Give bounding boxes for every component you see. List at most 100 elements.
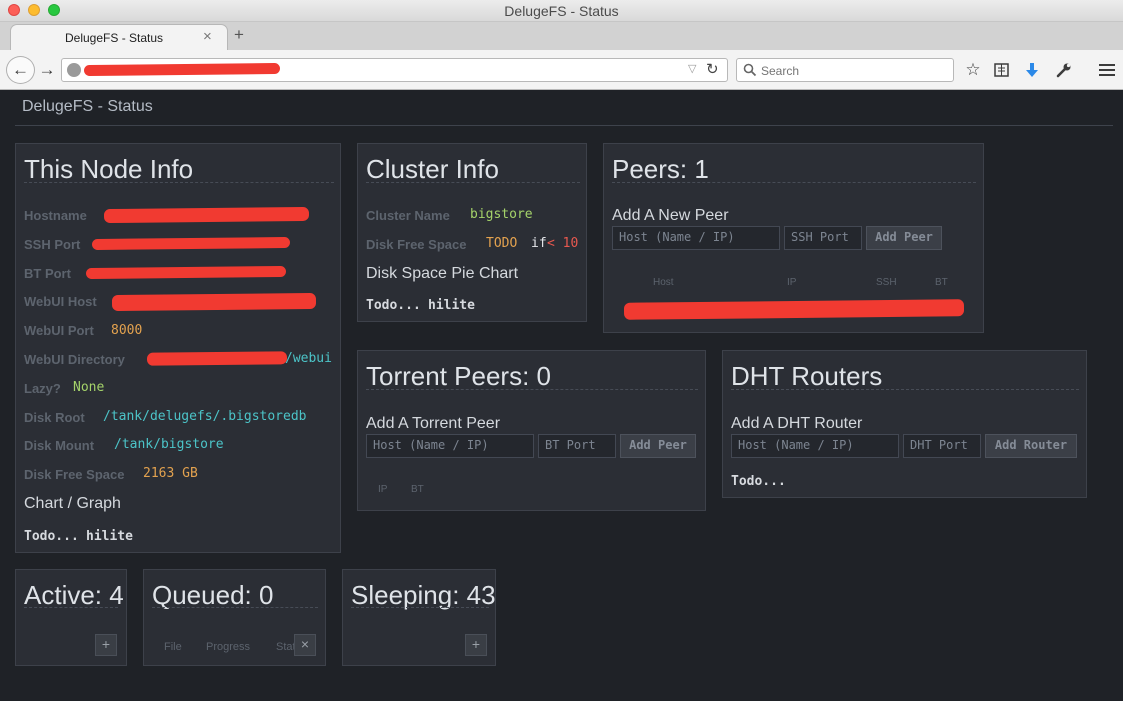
cluster-info-title: Cluster Info bbox=[366, 154, 499, 184]
dht-router-host-input[interactable]: Host (Name / IP) bbox=[731, 434, 899, 458]
url-bar[interactable]: ▽ ↻ bbox=[61, 58, 728, 82]
cluster-disk-free-label: Disk Free Space bbox=[366, 237, 467, 252]
node-hilite-text: hilite bbox=[86, 529, 133, 544]
node-info-title: This Node Info bbox=[24, 154, 194, 184]
peers-title: Peers: 1 bbox=[612, 154, 709, 184]
node-info-rule bbox=[24, 182, 334, 183]
cluster-disk-free-todo: TODO bbox=[486, 236, 518, 251]
dht-port-input[interactable]: DHT Port bbox=[903, 434, 981, 458]
disk-root-value: /tank/delugefs/.bigstoredb bbox=[103, 409, 307, 424]
webui-port-value: 8000 bbox=[111, 323, 143, 338]
disk-free-space-value: 2163 GB bbox=[143, 466, 198, 481]
add-peer-button[interactable]: Add Peer bbox=[866, 226, 942, 250]
torrent-peer-host-input[interactable]: Host (Name / IP) bbox=[366, 434, 534, 458]
wrench-icon[interactable] bbox=[1053, 60, 1075, 80]
disk-root-label: Disk Root bbox=[24, 410, 85, 425]
download-icon[interactable] bbox=[1021, 60, 1043, 80]
url-history-dropdown-icon[interactable]: ▽ bbox=[688, 62, 696, 75]
window-title: DelugeFS - Status bbox=[504, 3, 619, 19]
reading-list-icon[interactable] bbox=[990, 60, 1012, 80]
cluster-info-panel: Cluster Info Cluster Name bigstore Disk … bbox=[357, 143, 587, 322]
torrent-peers-rule bbox=[366, 389, 698, 390]
peers-col-bt: BT bbox=[935, 277, 948, 288]
cluster-info-rule bbox=[366, 182, 580, 183]
ssh-port-label: SSH Port bbox=[24, 237, 81, 252]
webui-directory-label: WebUI Directory bbox=[24, 352, 125, 367]
peer-ssh-port-input[interactable]: SSH Port bbox=[784, 226, 862, 250]
redacted-hostname bbox=[103, 206, 310, 224]
redacted-ssh-port bbox=[91, 236, 291, 251]
disk-mount-value: /tank/bigstore bbox=[114, 437, 224, 452]
lazy-label: Lazy? bbox=[24, 381, 61, 396]
redacted-webui-directory bbox=[146, 351, 288, 366]
queued-rule bbox=[152, 607, 318, 608]
star-icon[interactable]: ☆ bbox=[962, 60, 984, 80]
webui-directory-value: /webui bbox=[285, 351, 332, 366]
menu-icon[interactable] bbox=[1096, 60, 1118, 80]
node-todo-text: Todo... bbox=[24, 529, 79, 544]
dht-routers-panel: DHT Routers Add A DHT Router Host (Name … bbox=[722, 350, 1087, 498]
redacted-url bbox=[83, 62, 281, 77]
peers-col-ssh: SSH bbox=[876, 277, 897, 288]
redacted-bt-port bbox=[85, 265, 287, 280]
window-titlebar: DelugeFS - Status bbox=[0, 0, 1123, 22]
queued-close-button[interactable]: × bbox=[294, 634, 316, 656]
search-box[interactable] bbox=[736, 58, 954, 82]
forward-button[interactable]: → bbox=[37, 56, 57, 84]
tab-delugefs-status[interactable]: DelugeFS - Status × bbox=[10, 24, 228, 51]
cluster-todo-text: Todo... bbox=[366, 298, 421, 313]
sleeping-add-button[interactable]: + bbox=[465, 634, 487, 656]
peers-col-host: Host bbox=[653, 277, 674, 288]
webui-port-label: WebUI Port bbox=[24, 323, 94, 338]
peers-col-ip: IP bbox=[787, 277, 797, 288]
peers-rule bbox=[612, 182, 976, 183]
add-peer-heading: Add A New Peer bbox=[612, 207, 729, 224]
torrent-peers-col-bt: BT bbox=[411, 484, 424, 495]
tab-strip: DelugeFS - Status × + bbox=[0, 22, 1123, 51]
torrent-peers-col-ip: IP bbox=[378, 484, 388, 495]
add-torrent-peer-button[interactable]: Add Peer bbox=[620, 434, 696, 458]
queued-col-file: File bbox=[164, 641, 182, 653]
redacted-peer-row bbox=[623, 299, 965, 320]
cluster-disk-free-condition: < 10 bbox=[547, 236, 579, 251]
add-router-button[interactable]: Add Router bbox=[985, 434, 1077, 458]
search-icon bbox=[743, 63, 757, 77]
tab-title: DelugeFS - Status bbox=[65, 31, 164, 45]
disk-free-space-label: Disk Free Space bbox=[24, 467, 125, 482]
globe-icon bbox=[67, 63, 81, 77]
header-divider bbox=[15, 125, 1113, 126]
dht-routers-title: DHT Routers bbox=[731, 361, 883, 391]
peer-host-input[interactable]: Host (Name / IP) bbox=[612, 226, 780, 250]
cluster-disk-free-if: if bbox=[531, 236, 547, 251]
back-button[interactable]: ← bbox=[6, 56, 35, 84]
sleeping-rule bbox=[351, 607, 489, 608]
dht-routers-rule bbox=[731, 389, 1079, 390]
torrent-peer-bt-port-input[interactable]: BT Port bbox=[538, 434, 616, 458]
disk-mount-label: Disk Mount bbox=[24, 438, 95, 453]
reload-icon[interactable]: ↻ bbox=[706, 60, 719, 78]
cluster-hilite-text: hilite bbox=[428, 298, 475, 313]
cluster-name-value: bigstore bbox=[470, 207, 533, 222]
active-add-button[interactable]: + bbox=[95, 634, 117, 656]
torrent-peers-title: Torrent Peers: 0 bbox=[366, 361, 551, 391]
cluster-name-label: Cluster Name bbox=[366, 208, 450, 223]
new-tab-button[interactable]: + bbox=[234, 25, 244, 45]
redacted-webui-host bbox=[111, 292, 317, 312]
active-panel: Active: 4 + bbox=[15, 569, 127, 666]
disk-space-pie-heading: Disk Space Pie Chart bbox=[366, 265, 519, 282]
tab-close-icon[interactable]: × bbox=[203, 28, 212, 45]
add-dht-router-heading: Add A DHT Router bbox=[731, 415, 863, 432]
search-input[interactable] bbox=[761, 62, 947, 79]
dht-todo-text: Todo... bbox=[731, 474, 786, 489]
chart-graph-heading: Chart / Graph bbox=[24, 495, 121, 512]
page-brand[interactable]: DelugeFS - Status bbox=[22, 98, 153, 116]
sleeping-panel: Sleeping: 43 + bbox=[342, 569, 496, 666]
add-torrent-peer-heading: Add A Torrent Peer bbox=[366, 415, 501, 432]
hostname-label: Hostname bbox=[24, 208, 87, 223]
lazy-value: None bbox=[73, 380, 105, 395]
queued-col-progress: Progress bbox=[206, 641, 251, 653]
queued-panel: Queued: 0 File Progress State × bbox=[143, 569, 326, 666]
node-info-panel: This Node Info Hostname SSH Port BT Port… bbox=[15, 143, 341, 553]
active-rule bbox=[24, 607, 118, 608]
torrent-peers-panel: Torrent Peers: 0 Add A Torrent Peer Host… bbox=[357, 350, 706, 511]
